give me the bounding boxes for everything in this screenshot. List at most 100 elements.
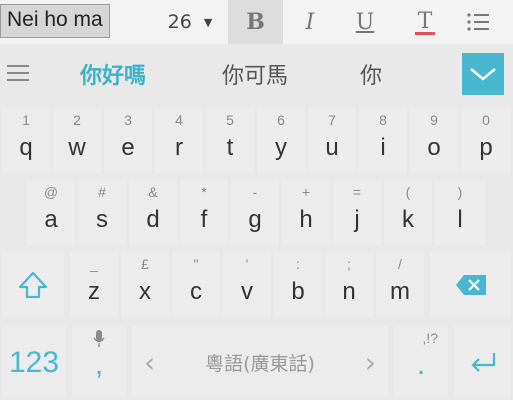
key-label: u xyxy=(325,134,339,161)
key-hint: = xyxy=(352,184,362,200)
space-key[interactable]: ‹ 粵語(廣東話) › xyxy=(132,326,388,398)
keyboard: 1q 2w 3e 4r 5t 6y 7u 8i 9o 0p @ a # s & d *… xyxy=(0,104,513,400)
key-label: s xyxy=(96,206,108,233)
key-label: o xyxy=(427,134,441,161)
key-label: m xyxy=(390,278,410,305)
key-o[interactable]: 9o xyxy=(410,108,458,174)
key-hint: ; xyxy=(347,256,351,272)
key-g[interactable]: -g xyxy=(231,180,279,246)
text-color-bar xyxy=(415,32,435,35)
key-label: y xyxy=(275,134,287,161)
key-hint: 0 xyxy=(482,112,490,128)
key-label: x xyxy=(139,278,151,305)
composing-text: Nei ho ma xyxy=(0,4,110,38)
key-label: e xyxy=(121,134,135,161)
candidate-item[interactable]: 你可馬 xyxy=(222,58,288,90)
key-i[interactable]: 8i xyxy=(359,108,407,174)
key-hint: - xyxy=(252,184,258,200)
menu-icon[interactable] xyxy=(7,60,29,86)
key-c[interactable]: " c xyxy=(172,252,220,318)
key-hint: 9 xyxy=(430,112,438,128)
key-label: q xyxy=(19,134,33,161)
key-label: n xyxy=(342,278,356,305)
key-k[interactable]: (k xyxy=(384,180,432,246)
key-a[interactable]: @ a xyxy=(27,180,75,246)
key-u[interactable]: 7u xyxy=(308,108,356,174)
key-label: a xyxy=(44,206,58,233)
candidate-bar: 你好嗎 你可馬 你 xyxy=(0,44,513,104)
key-hint: @ xyxy=(43,184,59,200)
key-hint: # xyxy=(98,184,106,200)
text-color-label: T xyxy=(417,9,433,34)
key-label: b xyxy=(291,278,305,305)
key-y[interactable]: 6y xyxy=(257,108,305,174)
numbers-key[interactable]: 123 xyxy=(2,326,66,398)
key-l[interactable]: ) l xyxy=(435,180,485,246)
key-hint: £ xyxy=(141,256,149,272)
key-hint: ) xyxy=(457,184,463,200)
key-label: j xyxy=(354,206,360,233)
key-hint: 2 xyxy=(73,112,81,128)
key-v[interactable]: ' v xyxy=(223,252,271,318)
key-w[interactable]: 2w xyxy=(53,108,101,174)
key-label: h xyxy=(299,206,313,233)
backspace-icon xyxy=(455,275,486,295)
key-label: f xyxy=(200,206,208,233)
key-label: p xyxy=(479,134,493,161)
chevron-right-icon: › xyxy=(364,345,376,379)
collapse-keyboard-icon[interactable] xyxy=(462,53,504,95)
comma-label: , xyxy=(94,348,104,381)
key-p[interactable]: 0p xyxy=(461,108,511,174)
key-hint: / xyxy=(398,256,402,272)
key-hint: " xyxy=(193,256,199,272)
numbers-key-label: 123 xyxy=(8,346,60,379)
text-color-button[interactable]: T xyxy=(405,0,445,44)
key-r[interactable]: 4r xyxy=(155,108,203,174)
key-hint: : xyxy=(296,256,300,272)
dropdown-caret-icon: ▼ xyxy=(203,15,213,29)
key-hint: 8 xyxy=(379,112,387,128)
font-size-dropdown[interactable]: 26 ▼ xyxy=(160,0,220,44)
comma-key[interactable]: , xyxy=(72,326,126,398)
enter-key[interactable] xyxy=(454,326,511,398)
key-hint: 5 xyxy=(226,112,234,128)
italic-button[interactable]: I xyxy=(290,0,330,44)
bold-label: B xyxy=(246,9,265,35)
underline-button[interactable]: U xyxy=(345,0,385,44)
underline-label: U xyxy=(355,9,375,35)
key-q[interactable]: 1q xyxy=(2,108,50,174)
bold-button[interactable]: B xyxy=(228,0,283,44)
key-s[interactable]: # s xyxy=(78,180,126,246)
key-d[interactable]: & d xyxy=(129,180,177,246)
key-n[interactable]: ; n xyxy=(325,252,373,318)
key-hint: ( xyxy=(405,184,411,200)
shift-icon xyxy=(18,271,48,299)
shift-key[interactable] xyxy=(2,252,64,318)
key-hint: ' xyxy=(245,256,249,272)
key-label: i xyxy=(380,134,386,161)
key-t[interactable]: 5t xyxy=(206,108,254,174)
key-h[interactable]: + h xyxy=(282,180,330,246)
key-b[interactable]: :b xyxy=(274,252,322,318)
key-label: c xyxy=(190,278,202,305)
key-hint: _ xyxy=(90,256,98,272)
key-m[interactable]: / m xyxy=(376,252,424,318)
key-x[interactable]: £ x xyxy=(121,252,169,318)
key-hint: 4 xyxy=(175,112,183,128)
key-e[interactable]: 3e xyxy=(104,108,152,174)
key-hint: 6 xyxy=(277,112,285,128)
key-label: t xyxy=(226,134,234,161)
chevron-left-icon: ‹ xyxy=(144,345,156,379)
candidate-item[interactable]: 你好嗎 xyxy=(80,58,146,90)
key-j[interactable]: = j xyxy=(333,180,381,246)
backspace-key[interactable] xyxy=(430,252,511,318)
period-key[interactable]: ,!? . xyxy=(394,326,448,398)
bullet-list-icon[interactable] xyxy=(458,0,498,44)
candidate-item[interactable]: 你 xyxy=(360,58,382,90)
key-f[interactable]: * f xyxy=(180,180,228,246)
key-z[interactable]: _ z xyxy=(70,252,118,318)
key-label: z xyxy=(88,278,100,305)
language-label: 粵語(廣東話) xyxy=(205,352,315,375)
key-label: g xyxy=(248,206,262,233)
key-hint: 1 xyxy=(22,112,30,128)
